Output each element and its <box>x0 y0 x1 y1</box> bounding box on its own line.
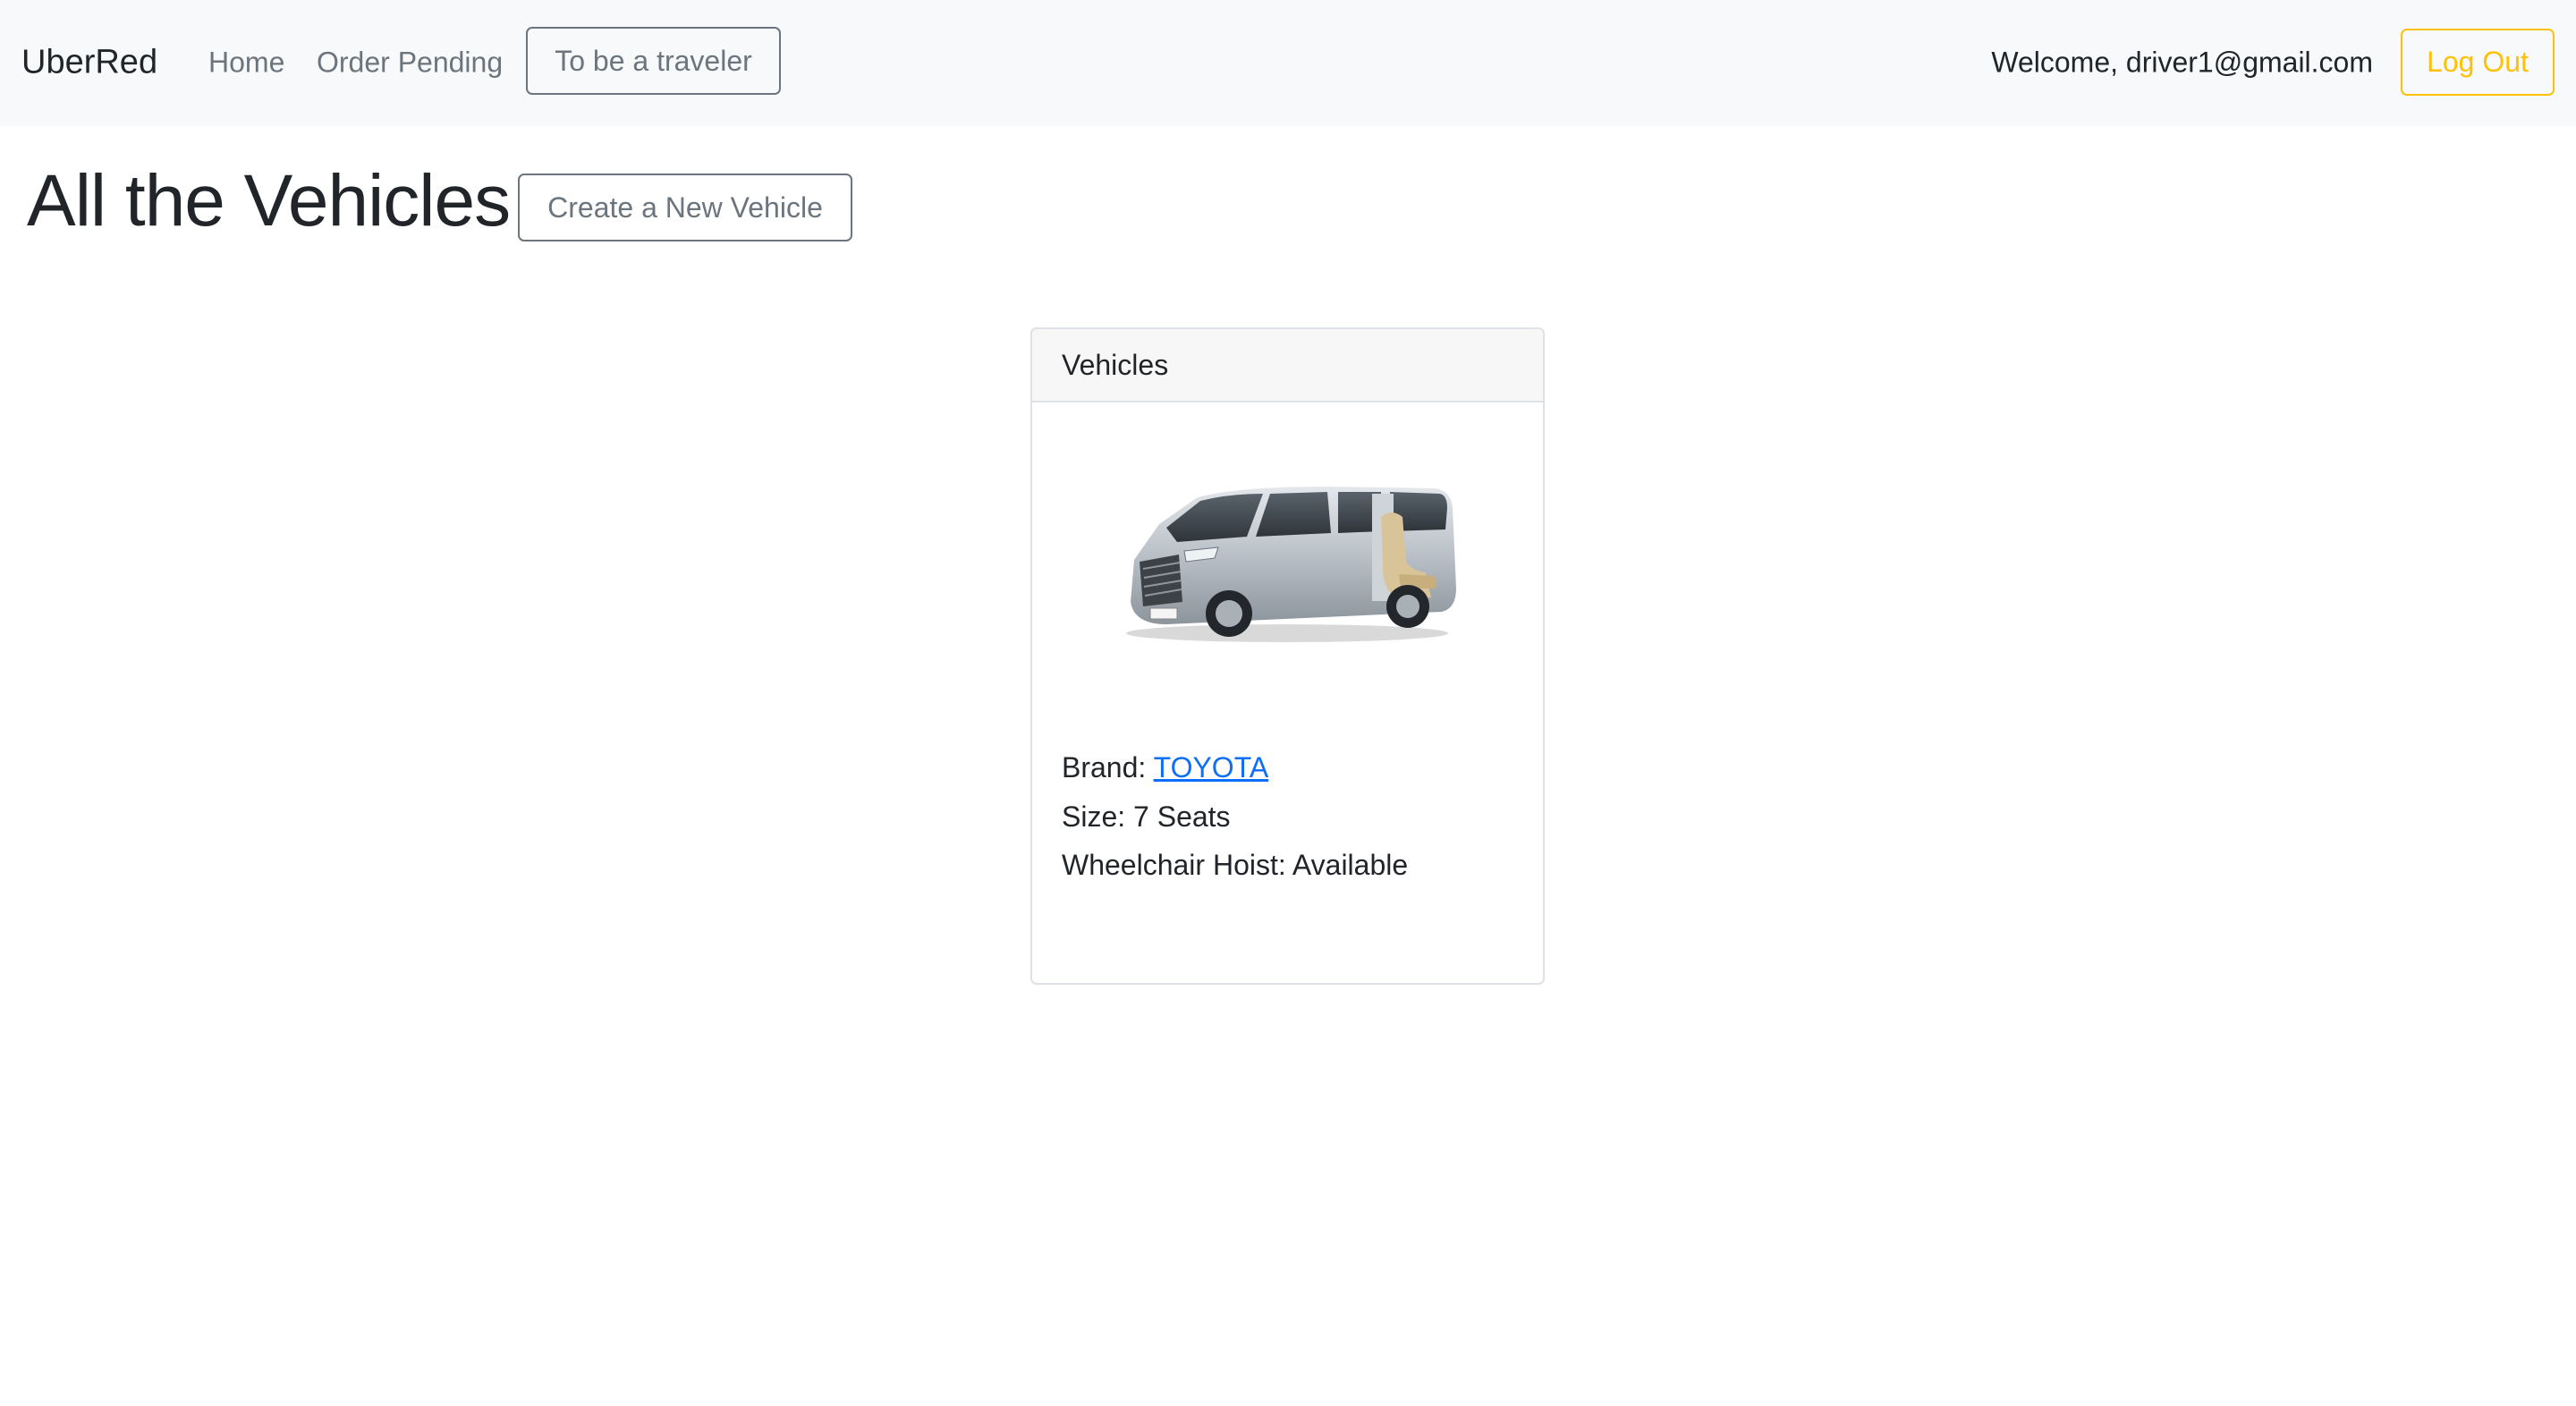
card-header: Vehicles <box>1032 329 1543 402</box>
page-title: All the Vehicles <box>27 160 511 241</box>
brand-label: Brand: <box>1062 751 1154 783</box>
nav-link-home[interactable]: Home <box>208 47 284 80</box>
to-be-traveler-button[interactable]: To be a traveler <box>526 27 781 95</box>
vehicle-image <box>1126 487 1456 642</box>
size-line: Size: 7 Seats <box>1062 800 1231 833</box>
brand-line: Brand: TOYOTA <box>1062 751 1268 784</box>
logout-button[interactable]: Log Out <box>2401 29 2555 96</box>
navbar-brand[interactable]: UberRed <box>21 44 157 82</box>
brand-link[interactable]: TOYOTA <box>1154 751 1269 783</box>
navbar: UberRed Home Order Pending To be a trave… <box>0 0 2576 126</box>
vehicle-card: Vehicles Brand: TOYOTA Size: 7 Seats Whe… <box>1030 327 1545 985</box>
wheelchair-hoist-line: Wheelchair Hoist: Available <box>1062 849 1409 881</box>
welcome-text: Welcome, driver1@gmail.com <box>1991 46 2373 79</box>
nav-link-order-pending[interactable]: Order Pending <box>317 47 503 80</box>
create-vehicle-button[interactable]: Create a New Vehicle <box>518 174 852 241</box>
